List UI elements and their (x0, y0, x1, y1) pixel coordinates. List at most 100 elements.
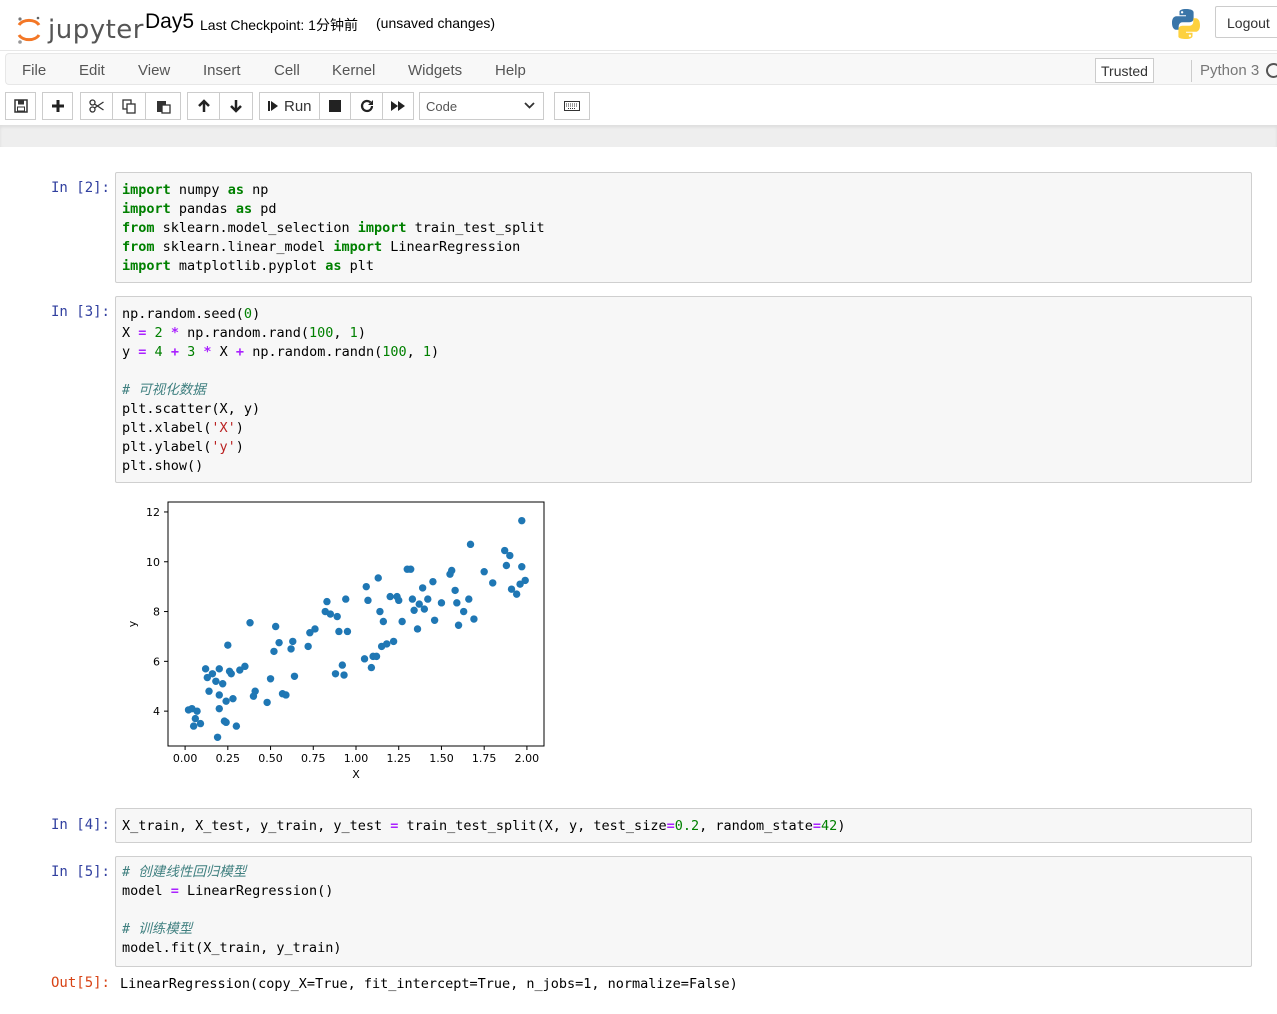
data-point (251, 687, 259, 695)
data-point (448, 566, 456, 575)
paste-button[interactable] (145, 92, 181, 120)
input-prompt: In [3]: (50, 304, 110, 320)
y-axis-ticks: 4 6 8 10 12 (146, 506, 168, 718)
data-point (196, 719, 205, 728)
command-palette-button[interactable] (554, 92, 590, 120)
x-axis-label: X (352, 768, 360, 781)
header: jupyter Day5 Last Checkpoint: 1分钟前 (unsa… (0, 0, 1277, 51)
cell-type-select[interactable]: Code (419, 92, 544, 120)
data-point (437, 599, 446, 607)
y-tick-label: 6 (153, 655, 160, 668)
data-point (289, 637, 297, 646)
menu-file[interactable]: File (22, 62, 46, 79)
logout-button[interactable]: Logout (1215, 6, 1277, 38)
y-tick-label: 12 (146, 506, 160, 519)
x-tick-label: 0.00 (173, 752, 198, 765)
data-point (372, 652, 381, 661)
data-point (379, 617, 388, 626)
data-point (263, 698, 271, 707)
y-axis-label: y (126, 620, 139, 627)
paste-icon (156, 100, 171, 114)
data-point (222, 718, 230, 727)
arrow-down-icon (230, 100, 242, 113)
code-cell-2[interactable]: import numpy as np import pandas as pd f… (115, 172, 1252, 283)
notebook-name[interactable]: Day5 (145, 10, 194, 34)
data-point (212, 677, 220, 685)
data-point (275, 638, 283, 647)
save-button[interactable] (5, 92, 36, 120)
kernel-status-icon (1266, 63, 1277, 78)
data-point (271, 622, 280, 631)
cut-button[interactable] (80, 92, 113, 120)
move-down-button[interactable] (219, 92, 253, 120)
code-editor[interactable]: # 创建线性回归模型 model = LinearRegression() # … (122, 863, 341, 958)
data-point (466, 540, 475, 549)
data-point (451, 586, 459, 595)
data-point (215, 704, 223, 713)
interrupt-button[interactable] (319, 92, 351, 120)
data-point (376, 607, 384, 616)
data-point (213, 733, 222, 741)
x-tick-label: 1.50 (429, 752, 454, 765)
code-cell-4[interactable]: X_train, X_test, y_train, y_test = train… (115, 808, 1252, 843)
input-prompt: In [2]: (50, 180, 110, 196)
data-point (246, 619, 254, 627)
code-cell-5[interactable]: # 创建线性回归模型 model = LinearRegression() # … (115, 856, 1252, 967)
data-point (410, 606, 418, 615)
data-point (395, 596, 403, 605)
menu-insert[interactable]: Insert (203, 62, 241, 79)
data-point (418, 584, 427, 592)
menubar-container: File Edit View Insert Cell Kernel Widget… (5, 53, 1277, 85)
data-point (241, 662, 249, 671)
data-point (413, 625, 422, 633)
code-editor[interactable]: np.random.seed(0) X = 2 * np.random.rand… (122, 305, 439, 476)
toolbar: Run Code (0, 87, 1277, 125)
menu-view[interactable]: View (138, 62, 170, 79)
run-label: Run (284, 97, 312, 115)
data-point (338, 661, 347, 669)
menu-widgets[interactable]: Widgets (408, 62, 462, 79)
run-button[interactable]: Run (259, 92, 320, 120)
data-point (215, 665, 223, 673)
trusted-indicator[interactable]: Trusted (1095, 58, 1154, 83)
arrow-up-icon (197, 99, 210, 112)
data-point (518, 516, 526, 525)
toolbar-shadow (0, 125, 1277, 147)
data-point (311, 625, 319, 633)
data-point (193, 707, 201, 715)
menu-help[interactable]: Help (495, 62, 526, 79)
data-point (512, 590, 521, 598)
data-point (205, 687, 213, 695)
data-point (480, 568, 488, 576)
data-point (331, 670, 340, 678)
x-tick-label: 2.00 (515, 752, 540, 765)
code-editor[interactable]: import numpy as np import pandas as pd f… (122, 181, 545, 276)
restart-run-all-button[interactable] (382, 92, 414, 120)
code-cell-3[interactable]: np.random.seed(0) X = 2 * np.random.rand… (115, 296, 1252, 483)
data-point (342, 595, 350, 603)
insert-cell-button[interactable] (42, 92, 73, 120)
data-point (383, 640, 391, 648)
data-point (282, 691, 290, 699)
checkpoint-status: Last Checkpoint: 1分钟前 (200, 17, 358, 33)
copy-button[interactable] (112, 92, 146, 120)
menu-kernel[interactable]: Kernel (332, 62, 375, 79)
data-point (326, 610, 335, 618)
menu-cell[interactable]: Cell (274, 62, 300, 79)
data-point (453, 599, 461, 607)
menu-edit[interactable]: Edit (79, 62, 105, 79)
data-point (386, 592, 394, 601)
cell-type-value: Code (426, 99, 458, 114)
move-up-button[interactable] (187, 92, 220, 120)
copy-icon (121, 98, 136, 114)
data-point (323, 597, 331, 606)
data-point (287, 645, 295, 653)
code-editor[interactable]: X_train, X_test, y_train, y_test = train… (122, 817, 845, 836)
data-point (506, 551, 514, 560)
y-tick-label: 10 (146, 556, 160, 569)
data-point (489, 579, 497, 587)
data-point (335, 627, 343, 636)
y-tick-label: 4 (153, 705, 160, 718)
restart-button[interactable] (350, 92, 383, 120)
data-point (343, 627, 352, 636)
